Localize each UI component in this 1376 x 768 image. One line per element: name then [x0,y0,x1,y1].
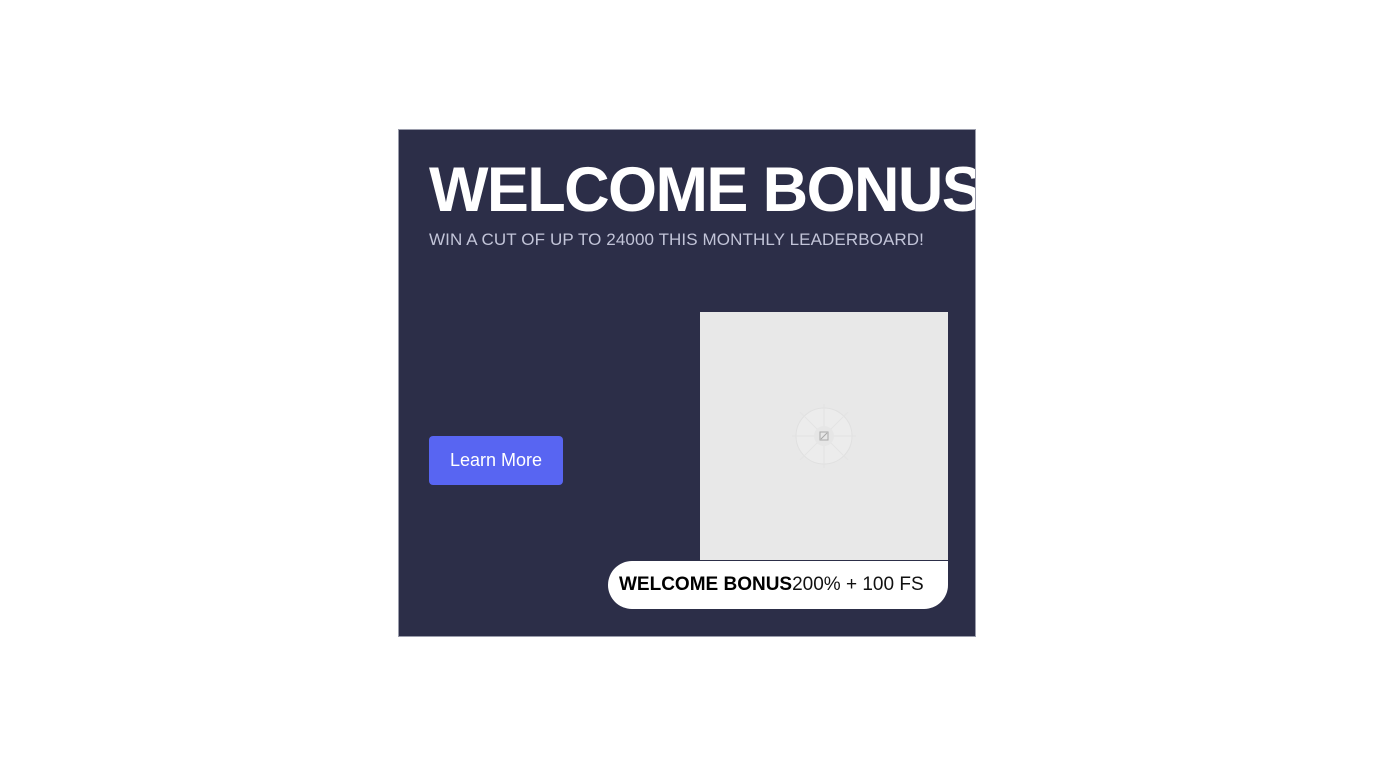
promo-banner: WELCOME BONUS WIN A CUT OF UP TO 24000 T… [398,129,976,637]
learn-more-button[interactable]: Learn More [429,436,563,485]
banner-subline: WIN A CUT OF UP TO 24000 THIS MONTHLY LE… [429,230,924,249]
broken-image-icon [792,404,856,468]
offer-title: WELCOME BONUS [619,574,793,595]
promo-image-placeholder [700,312,948,560]
banner-headline: WELCOME BONUS [429,155,976,225]
offer-pill: WELCOME BONUS 200% + 100 FS [608,561,948,609]
offer-value: 200% + 100 FS [792,574,924,595]
